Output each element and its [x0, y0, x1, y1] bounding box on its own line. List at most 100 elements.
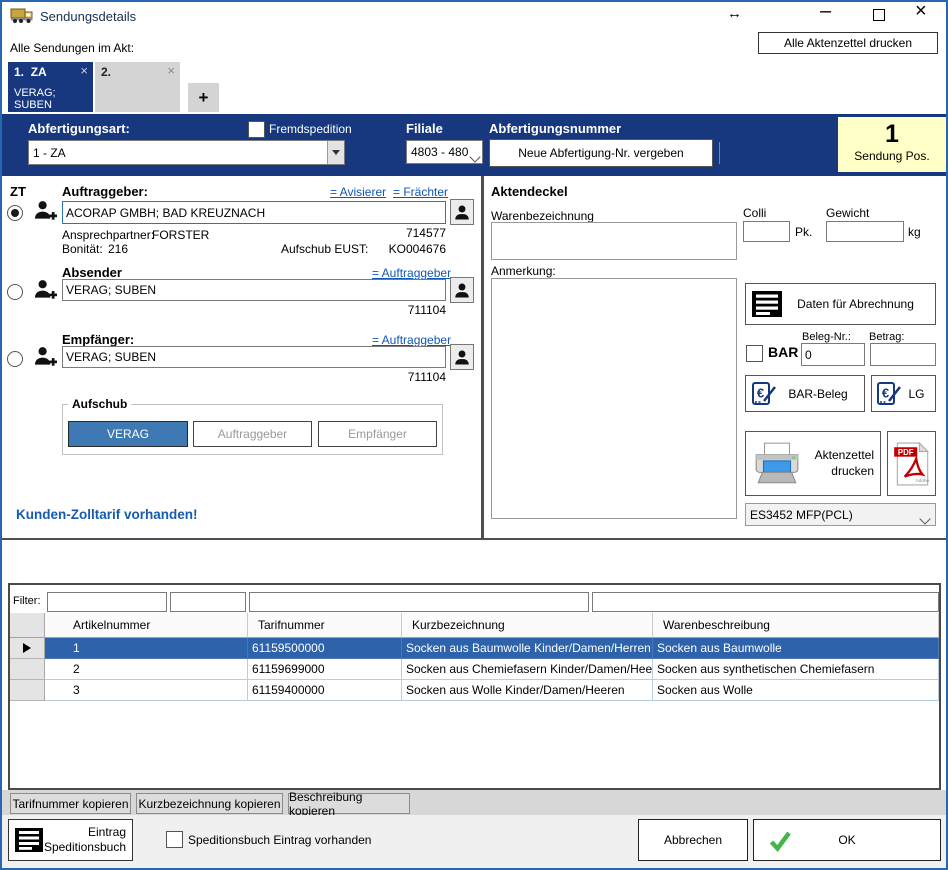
shipment-tab-1[interactable]: 1. ZA × VERAG; SUBEN: [8, 62, 93, 112]
lg-button[interactable]: € LG: [871, 375, 936, 412]
empfaenger-auftraggeber-link[interactable]: = Auftraggeber: [372, 333, 451, 347]
warenbezeichnung-textarea[interactable]: [491, 222, 737, 260]
combo-arrow-icon[interactable]: [327, 141, 344, 164]
cell-artikelnummer[interactable]: 1: [45, 638, 248, 659]
betrag-input[interactable]: [870, 343, 936, 366]
resize-icon[interactable]: ↔: [727, 5, 742, 22]
euro-document-icon: €: [751, 381, 777, 407]
print-all-aktenzettel-button[interactable]: Alle Aktenzettel drucken: [758, 32, 938, 54]
auftraggeber-number: 714577: [346, 226, 446, 241]
absender-number: 711104: [346, 303, 446, 318]
bar-beleg-label: BAR-Beleg: [777, 387, 859, 401]
row-header-cell[interactable]: [10, 680, 45, 701]
speditionsbuch-checkbox-label: Speditionsbuch Eintrag vorhanden: [188, 833, 371, 848]
gewicht-input[interactable]: [826, 221, 904, 242]
bar-beleg-button[interactable]: € BAR-Beleg: [745, 375, 865, 412]
absender-input[interactable]: [62, 279, 446, 301]
empfaenger-person-button[interactable]: [450, 344, 474, 370]
fraechter-link[interactable]: = Frächter: [393, 185, 448, 199]
cell-kurzbezeichnung[interactable]: Socken aus Wolle Kinder/Damen/Heeren: [402, 680, 653, 701]
add-person-icon[interactable]: [33, 278, 58, 301]
aufschub-empfaenger-button[interactable]: Empfänger: [318, 421, 437, 447]
aktenzettel-drucken-button[interactable]: Aktenzettel drucken: [745, 431, 881, 496]
tab1-type: ZA: [31, 65, 47, 79]
aufschub-auftraggeber-button[interactable]: Auftraggeber: [193, 421, 312, 447]
ok-button[interactable]: OK: [753, 819, 941, 861]
column-header-artikelnummer[interactable]: Artikelnummer: [45, 613, 248, 638]
column-header-warenbeschreibung[interactable]: Warenbeschreibung: [653, 613, 939, 638]
copy-button-bar: Tarifnummer kopieren Kurzbezeichnung kop…: [2, 790, 946, 815]
cell-warenbeschreibung[interactable]: Socken aus synthetischen Chemiefasern: [653, 659, 939, 680]
beleg-nr-input[interactable]: [801, 343, 865, 366]
auftraggeber-input[interactable]: [62, 201, 446, 224]
filter-kurzbezeichnung-input[interactable]: [249, 592, 589, 612]
add-person-icon[interactable]: [33, 199, 58, 222]
cell-warenbeschreibung[interactable]: Socken aus Baumwolle: [653, 638, 939, 659]
speditionsbuch-checkbox[interactable]: [166, 831, 183, 848]
tab1-close-icon[interactable]: ×: [80, 63, 88, 78]
daten-abrechnung-button[interactable]: Daten für Abrechnung: [745, 283, 936, 325]
table-row[interactable]: 1 61159500000 Socken aus Baumwolle Kinde…: [10, 638, 939, 659]
abfertigungsart-label: Abfertigungsart:: [28, 121, 130, 137]
cell-tarifnummer[interactable]: 61159400000: [248, 680, 402, 701]
colli-input[interactable]: [743, 221, 790, 242]
cell-tarifnummer[interactable]: 61159699000: [248, 659, 402, 680]
empfaenger-radio[interactable]: [7, 351, 23, 367]
shipment-tab-2[interactable]: 2. ×: [95, 62, 180, 112]
cell-tarifnummer[interactable]: 61159500000: [248, 638, 402, 659]
copy-tarifnummer-button[interactable]: Tarifnummer kopieren: [10, 793, 131, 814]
chevron-down-icon[interactable]: [468, 144, 482, 161]
aktendeckel-title: Aktendeckel: [491, 184, 568, 200]
printer-select[interactable]: ES3452 MFP(PCL): [745, 503, 936, 526]
filter-artikelnummer-input[interactable]: [47, 592, 167, 612]
filiale-select[interactable]: 4803 - 480: [406, 140, 483, 164]
pdf-export-button[interactable]: PDF Adobe: [887, 431, 936, 496]
abfertigungsart-select[interactable]: 1 - ZA: [28, 140, 345, 165]
avisierer-link[interactable]: = Avisierer: [330, 185, 386, 199]
fremdspedition-checkbox[interactable]: [248, 121, 265, 138]
absender-radio[interactable]: [7, 284, 23, 300]
add-shipment-tab-button[interactable]: +: [188, 83, 219, 112]
copy-beschreibung-button[interactable]: Beschreibung kopieren: [288, 793, 410, 814]
cell-kurzbezeichnung[interactable]: Socken aus Chemiefasern Kinder/Damen/Hee…: [402, 659, 653, 680]
close-icon[interactable]: ×: [915, 0, 927, 23]
gewicht-label: Gewicht: [826, 206, 869, 221]
filter-warenbeschreibung-input[interactable]: [592, 592, 939, 612]
filter-tarifnummer-input[interactable]: [170, 592, 246, 612]
empfaenger-input[interactable]: [62, 346, 446, 368]
eintrag-speditionsbuch-button[interactable]: Eintrag Speditionsbuch: [8, 819, 133, 861]
table-row[interactable]: 2 61159699000 Socken aus Chemiefasern Ki…: [10, 659, 939, 680]
tab1-line2: SUBEN: [14, 99, 87, 111]
bonitaet-label: Bonität:: [62, 242, 103, 257]
anmerkung-textarea[interactable]: [491, 278, 737, 519]
aufschub-verag-button[interactable]: VERAG: [68, 421, 188, 447]
window-title: Sendungsdetails: [40, 9, 136, 25]
column-header-tarifnummer[interactable]: Tarifnummer: [248, 613, 402, 638]
copy-kurzbezeichnung-button[interactable]: Kurzbezeichnung kopieren: [136, 793, 283, 814]
table-row[interactable]: 3 61159400000 Socken aus Wolle Kinder/Da…: [10, 680, 939, 701]
row-header-cell[interactable]: [10, 638, 45, 659]
app-truck-icon: [10, 6, 34, 25]
printer-value: ES3452 MFP(PCL): [746, 508, 915, 522]
cancel-button[interactable]: Abbrechen: [638, 819, 748, 861]
auftraggeber-person-button[interactable]: [450, 199, 474, 225]
absender-auftraggeber-link[interactable]: = Auftraggeber: [372, 266, 451, 280]
column-header-kurzbezeichnung[interactable]: Kurzbezeichnung: [402, 613, 653, 638]
filter-label: Filter:: [13, 595, 41, 609]
chevron-down-icon[interactable]: [915, 507, 935, 523]
tab1-number: 1.: [14, 65, 24, 79]
aufschub-eust-value: KO004676: [378, 242, 446, 257]
absender-person-button[interactable]: [450, 277, 474, 303]
cell-warenbeschreibung[interactable]: Socken aus Wolle: [653, 680, 939, 701]
bar-checkbox[interactable]: [746, 345, 763, 362]
maximize-icon[interactable]: [873, 9, 885, 21]
cell-kurzbezeichnung[interactable]: Socken aus Baumwolle Kinder/Damen/Herren: [402, 638, 653, 659]
tab2-close-icon[interactable]: ×: [167, 63, 175, 78]
add-person-icon[interactable]: [33, 345, 58, 368]
cell-artikelnummer[interactable]: 3: [45, 680, 248, 701]
cell-artikelnummer[interactable]: 2: [45, 659, 248, 680]
row-header-cell[interactable]: [10, 659, 45, 680]
minimize-icon[interactable]: –: [820, 0, 831, 23]
auftraggeber-radio[interactable]: [7, 205, 23, 221]
new-abfertigungsnummer-button[interactable]: Neue Abfertigung-Nr. vergeben: [489, 139, 713, 167]
